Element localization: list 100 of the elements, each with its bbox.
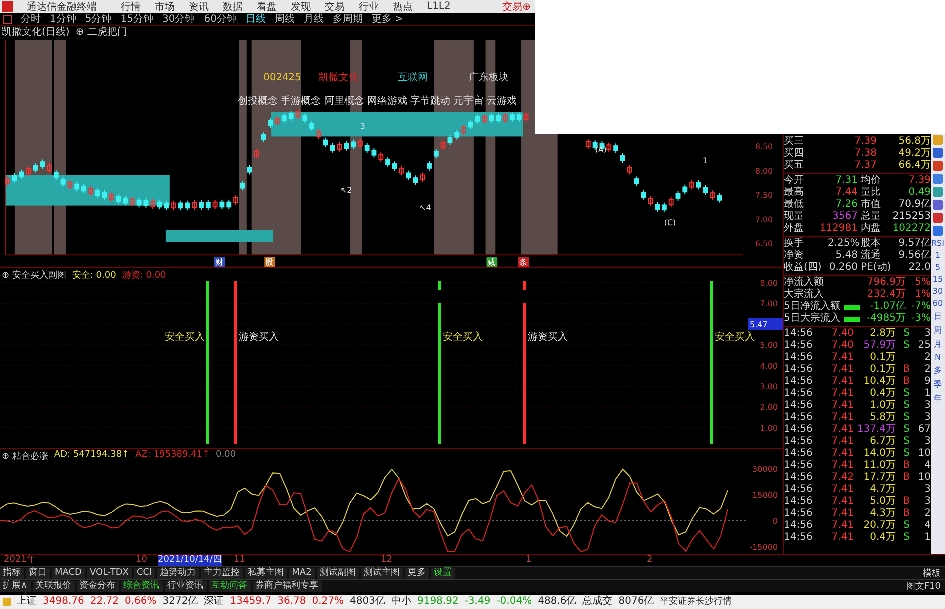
index-change: -3.49 (464, 595, 491, 609)
stat-value: 9.57亿 (898, 238, 931, 250)
period-tab[interactable]: 周线 (274, 12, 295, 26)
menu-item[interactable]: 资讯 (189, 0, 209, 14)
indicator-tab[interactable]: 更多 (404, 568, 429, 578)
period-tab[interactable]: 30分钟 (162, 12, 196, 26)
indicator-tab[interactable]: 综合资讯 (120, 580, 163, 592)
candlestick (434, 148, 439, 160)
menu-item[interactable]: 交易 (325, 0, 345, 14)
period-tab[interactable]: 更多 > (372, 12, 404, 26)
tab-label[interactable]: 模板 (923, 566, 945, 580)
tick-volume: 0.1万 (869, 364, 896, 376)
indicator-tab[interactable]: 窗口 (26, 568, 50, 578)
indicator-tab[interactable]: 测试副图 (316, 568, 359, 578)
indicator-tab[interactable]: 设置 (430, 568, 455, 578)
indicator-tab[interactable]: 主力监控 (201, 568, 244, 578)
period-shortcut[interactable]: 季 (934, 379, 942, 390)
indicator-tab[interactable]: 资金分布 (76, 580, 119, 592)
indicator-tab[interactable]: 指标 (0, 568, 24, 578)
tick-time: 14:56 (784, 400, 814, 412)
candlestick (592, 140, 598, 150)
axis-label: 7.00 (755, 215, 773, 224)
menu-item[interactable]: 行业 (359, 0, 379, 14)
period-shortcut[interactable]: 日 (934, 311, 942, 322)
indicator-value: AZ: 195389.41↑ (136, 450, 210, 462)
axis-label: 6.50 (755, 239, 773, 248)
indicator-tab[interactable]: 测试主图 (360, 568, 403, 578)
tick-time: 14:56 (784, 496, 814, 508)
tick-time: 14:56 (784, 340, 814, 352)
period-shortcut[interactable]: 1 (935, 251, 941, 260)
tick-time: 14:56 (784, 388, 814, 400)
menu-item[interactable]: 热点 (393, 0, 413, 14)
tick-price: 7.41 (830, 508, 854, 520)
axis-label: -15000 (750, 543, 778, 552)
indicator-tab[interactable]: MA2 (289, 568, 315, 578)
menu-item[interactable]: 数据 (223, 0, 243, 14)
stock-title: 凯撒文化(日线) (2, 26, 70, 39)
indicator-tab[interactable]: 行业资讯 (164, 580, 207, 592)
flow-bar (844, 304, 860, 310)
tick-volume: 4.7万 (869, 484, 896, 496)
period-tab[interactable]: 日线 (246, 12, 266, 26)
period-shortcut[interactable]: RSI (932, 239, 944, 248)
tick-volume: 2.8万 (869, 328, 896, 340)
period-shortcut[interactable]: 年 (934, 393, 942, 404)
stat-label: PE(动) (860, 262, 890, 274)
stat-value: 3567 (832, 211, 858, 223)
total-value: 8076亿 (618, 595, 654, 609)
candlestick (88, 186, 94, 197)
tick-volume: 1.0万 (869, 400, 896, 412)
chart-title: ⊕ 安全买入副图 (2, 270, 66, 282)
period-shortcut[interactable]: 30 (932, 287, 944, 296)
indicator-tab[interactable]: 扩展∧ (0, 580, 31, 592)
period-shortcut[interactable]: 多 (934, 365, 942, 376)
stat-label: 市值 (860, 199, 882, 210)
candlestick (95, 188, 100, 198)
period-tab[interactable]: 60分钟 (204, 12, 237, 26)
period-tab[interactable]: 15分钟 (120, 12, 154, 26)
indicator-tab[interactable]: 互动问答 (208, 580, 251, 592)
candlestick (316, 129, 322, 140)
indicator-tab[interactable]: 趋势动力 (157, 568, 200, 578)
menu-item[interactable]: 行情 (121, 0, 141, 14)
candlestick (192, 200, 198, 211)
tick-price: 7.41 (830, 388, 854, 400)
tick-time: 14:56 (784, 364, 814, 376)
menu-item[interactable]: 看盘 (257, 0, 277, 14)
period-tab[interactable]: 分时 (21, 12, 41, 26)
stat-label: 流通 (860, 250, 882, 262)
candlestick (220, 199, 225, 210)
indicator-tab[interactable]: MACD (52, 568, 85, 578)
indicator-tab[interactable]: VOL-TDX (86, 568, 132, 578)
tick-price: 7.41 (830, 448, 854, 460)
period-tab[interactable]: 1分钟 (50, 12, 76, 26)
indicator-tab[interactable]: 券商户福利专享 (252, 580, 322, 592)
stat-value: 112981 (818, 223, 858, 235)
period-shortcut[interactable]: 15 (932, 275, 944, 284)
flow-percent: -7% (910, 301, 931, 313)
period-shortcut[interactable]: 月 (934, 339, 942, 350)
period-shortcut[interactable]: 60 (932, 299, 944, 308)
stat-value: 7.39 (908, 175, 931, 187)
index-value: 13459.7 (230, 595, 272, 609)
candlestick (206, 200, 211, 211)
menu-item[interactable]: 市场 (155, 0, 175, 14)
stat-value: 7.26 (834, 199, 858, 211)
period-tab[interactable]: 月线 (304, 12, 324, 26)
indicator-tab[interactable]: 关联报价 (32, 580, 75, 592)
period-shortcut[interactable]: N (935, 353, 941, 362)
square-icon[interactable] (3, 14, 12, 24)
indicator-tab[interactable]: CCI (134, 568, 156, 578)
period-shortcut[interactable]: 周 (934, 325, 942, 336)
period-shortcut[interactable]: 5 (935, 263, 941, 272)
menu-item[interactable]: L1L2 (427, 1, 451, 12)
period-tab[interactable]: 5分钟 (85, 12, 112, 26)
menu-item[interactable]: 发现 (291, 0, 311, 14)
trade-button[interactable]: 交易⊕ (502, 0, 531, 14)
candlestick (510, 112, 515, 123)
indicator-tab[interactable]: 私募主图 (245, 568, 288, 578)
flow-label: 净流入额 (784, 277, 825, 288)
stat-label: 总量 (860, 211, 882, 222)
period-tab[interactable]: 多周期 (332, 12, 363, 26)
tab-label[interactable]: 图文F10 (906, 580, 945, 592)
